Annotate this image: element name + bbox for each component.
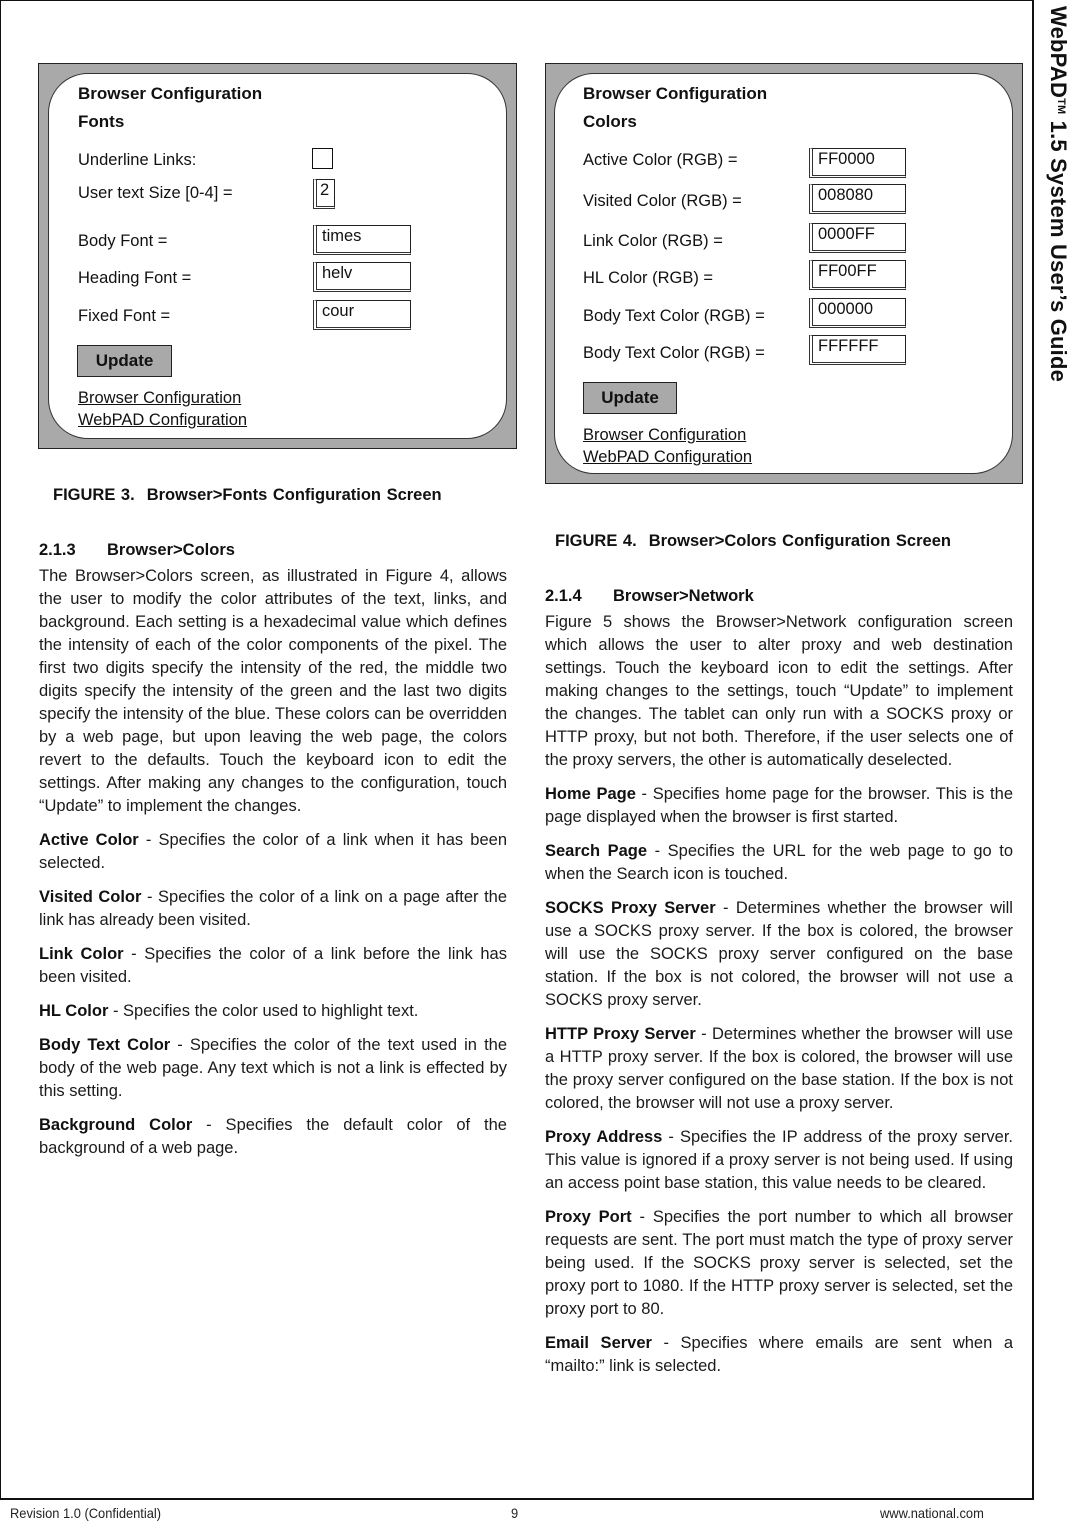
definition-term: Active Color: [39, 831, 139, 849]
definition-search-page: Search Page - Specifies the URL for the …: [545, 840, 1013, 886]
screen-subtitle: Fonts: [78, 112, 125, 131]
definition-term: Home Page: [545, 785, 636, 803]
section-number: 2.1.3: [39, 541, 76, 559]
definition-proxy-port: Proxy Port - Specifies the port number t…: [545, 1206, 1013, 1321]
definition-term: SOCKS Proxy Server: [545, 899, 716, 917]
footer-page-number: 9: [511, 1505, 519, 1521]
screen-title: Browser Configuration: [78, 84, 263, 103]
definition-term: Visited Color: [39, 888, 142, 906]
hl-color-label: HL Color (RGB) =: [583, 269, 714, 287]
trademark: TM: [1055, 98, 1067, 115]
heading-font-label: Heading Font =: [78, 269, 192, 287]
figure-4-colors-screen: Browser Configuration Colors Active Colo…: [545, 63, 1023, 484]
figure-4-caption-text: Browser>Colors Configuration Screen: [648, 532, 951, 550]
section-2-1-3-body: The Browser>Colors screen, as illustrate…: [39, 565, 507, 1171]
section-2-1-4-heading: 2.1.4 Browser>Network: [545, 587, 754, 606]
fixed-font-field[interactable]: cour: [313, 300, 411, 330]
browser-configuration-link[interactable]: Browser Configuration: [78, 389, 241, 408]
body-text-color-field[interactable]: 000000: [809, 298, 906, 328]
definition-hl-color: HL Color - Specifies the color used to h…: [39, 1000, 507, 1023]
webpad-configuration-link[interactable]: WebPAD Configuration: [78, 411, 247, 430]
definition-body-text-color: Body Text Color - Specifies the color of…: [39, 1034, 507, 1103]
figure-4-number: FIGURE 4.: [555, 532, 637, 550]
figure-3-caption: FIGURE 3. Browser>Fonts Configuration Scr…: [53, 486, 442, 505]
footer-website: www.national.com: [880, 1505, 984, 1521]
section-number: 2.1.4: [545, 587, 582, 605]
fixed-font-label: Fixed Font =: [78, 307, 171, 325]
definition-term: Search Page: [545, 842, 648, 860]
active-color-label: Active Color (RGB) =: [583, 151, 738, 169]
figure-3-number: FIGURE 3.: [53, 486, 135, 504]
definition-term: Proxy Address: [545, 1128, 663, 1146]
definition-email-server: Email Server - Specifies where emails ar…: [545, 1332, 1013, 1378]
user-text-size-field[interactable]: 2: [313, 179, 335, 209]
definition-background-color: Background Color - Specifies the default…: [39, 1114, 507, 1160]
browser-configuration-link[interactable]: Browser Configuration: [583, 426, 746, 445]
definition-term: Link Color: [39, 945, 124, 963]
figure-3-fonts-screen: Browser Configuration Fonts Underline Li…: [38, 63, 517, 449]
underline-links-checkbox[interactable]: [312, 148, 333, 169]
section-2-1-3-heading: 2.1.3 Browser>Colors: [39, 541, 235, 560]
definition-socks-proxy-server: SOCKS Proxy Server - Determines whether …: [545, 897, 1013, 1012]
section-title: Browser>Colors: [107, 541, 235, 559]
section-intro: The Browser>Colors screen, as illustrate…: [39, 567, 507, 815]
running-header: WebPADTM 1.5 System User’s Guide: [1040, 6, 1071, 436]
definition-home-page: Home Page - Specifies home page for the …: [545, 783, 1013, 829]
hl-color-field[interactable]: FF00FF: [809, 260, 906, 290]
heading-font-field[interactable]: helv: [313, 262, 411, 292]
definition-term: HL Color: [39, 1002, 109, 1020]
underline-links-label: Underline Links:: [78, 151, 197, 169]
definition-term: Proxy Port: [545, 1208, 632, 1226]
definition-proxy-address: Proxy Address - Specifies the IP address…: [545, 1126, 1013, 1195]
footer-revision: Revision 1.0 (Confidential): [10, 1505, 162, 1521]
definition-term: HTTP Proxy Server: [545, 1025, 696, 1043]
colors-config-screen: Browser Configuration Colors Active Colo…: [554, 73, 1013, 474]
webpad-configuration-link[interactable]: WebPAD Configuration: [583, 448, 752, 467]
running-header-text: WebPADTM 1.5 System User’s Guide: [1045, 6, 1071, 382]
link-color-field[interactable]: 0000FF: [809, 223, 906, 253]
link-color-label: Link Color (RGB) =: [583, 232, 723, 250]
visited-color-field[interactable]: 008080: [809, 184, 906, 214]
background-color-field[interactable]: FFFFFF: [809, 335, 906, 365]
section-title: Browser>Network: [613, 587, 754, 605]
fonts-config-screen: Browser Configuration Fonts Underline Li…: [48, 73, 507, 439]
section-2-1-4-body: Figure 5 shows the Browser>Network confi…: [545, 611, 1013, 1389]
definition-term: Background Color: [39, 1116, 193, 1134]
definition-term: Body Text Color: [39, 1036, 171, 1054]
figure-3-caption-text: Browser>Fonts Configuration Screen: [146, 486, 442, 504]
screen-subtitle: Colors: [583, 112, 637, 131]
definition-visited-color: Visited Color - Specifies the color of a…: [39, 886, 507, 932]
definition-text: - Specifies the color used to highlight …: [108, 1002, 419, 1020]
background-color-label: Body Text Color (RGB) =: [583, 344, 765, 362]
definition-link-color: Link Color - Specifies the color of a li…: [39, 943, 507, 989]
screen-title: Browser Configuration: [583, 84, 768, 103]
section-intro: Figure 5 shows the Browser>Network confi…: [545, 613, 1013, 769]
active-color-field[interactable]: FF0000: [809, 148, 906, 178]
definition-active-color: Active Color - Specifies the color of a …: [39, 829, 507, 875]
user-text-size-label: User text Size [0-4] =: [78, 184, 233, 202]
visited-color-label: Visited Color (RGB) =: [583, 192, 742, 210]
update-button[interactable]: Update: [583, 382, 677, 414]
body-text-color-label: Body Text Color (RGB) =: [583, 307, 765, 325]
body-font-field[interactable]: times: [313, 225, 411, 255]
figure-4-caption: FIGURE 4. Browser>Colors Configuration Sc…: [555, 532, 951, 551]
product-name: WebPAD: [1046, 6, 1071, 99]
definition-term: Email Server: [545, 1334, 652, 1352]
body-font-label: Body Font =: [78, 232, 168, 250]
update-button[interactable]: Update: [77, 345, 172, 377]
guide-title: 1.5 System User’s Guide: [1046, 114, 1071, 383]
definition-http-proxy-server: HTTP Proxy Server - Determines whether t…: [545, 1023, 1013, 1115]
